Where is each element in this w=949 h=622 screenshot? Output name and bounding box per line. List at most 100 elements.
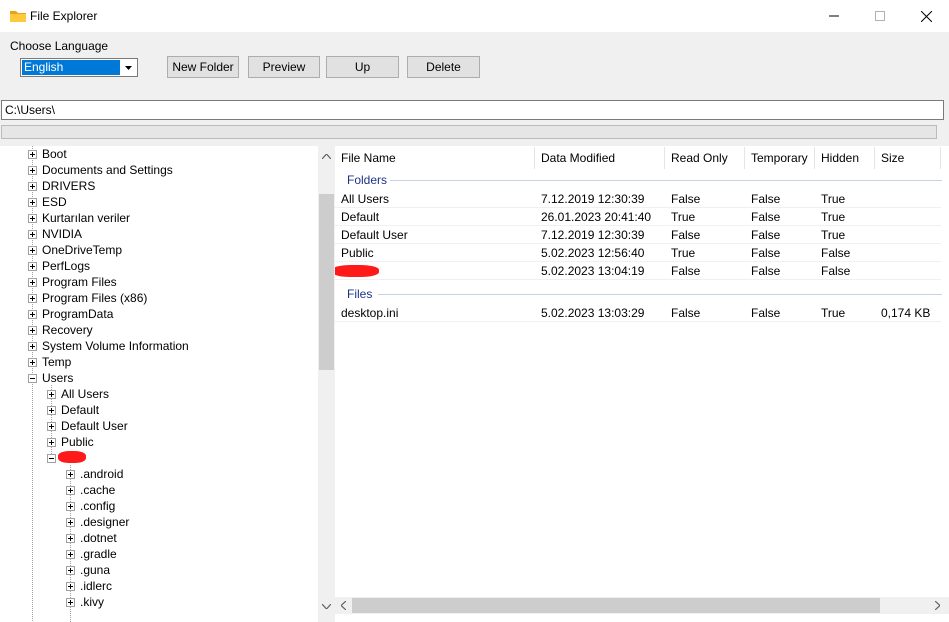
- tree-item[interactable]: .idlerc: [66, 578, 112, 594]
- dropdown-arrow-icon[interactable]: [120, 59, 137, 76]
- expand-icon[interactable]: [28, 245, 37, 255]
- table-row[interactable]: Public 5.02.2023 12:56:40 True False Fal…: [335, 245, 941, 262]
- tree-item[interactable]: All Users: [47, 386, 109, 402]
- close-button[interactable]: [903, 0, 949, 32]
- expand-icon[interactable]: [28, 181, 37, 191]
- expand-icon[interactable]: [28, 277, 37, 287]
- scroll-up-icon[interactable]: [318, 148, 335, 165]
- tree-item[interactable]: ESD: [28, 194, 67, 210]
- tree-item-users[interactable]: Users: [28, 370, 73, 386]
- list-horizontal-scrollbar[interactable]: [335, 597, 949, 614]
- scroll-down-icon[interactable]: [318, 598, 335, 615]
- expand-icon[interactable]: [47, 389, 56, 399]
- expand-icon[interactable]: [66, 533, 75, 543]
- group-divider: [390, 180, 942, 181]
- table-row[interactable]: 5.02.2023 13:04:19 False False False: [335, 263, 941, 280]
- expand-icon[interactable]: [28, 261, 37, 271]
- scrollbar-thumb[interactable]: [319, 194, 334, 370]
- tree-item[interactable]: .config: [66, 498, 115, 514]
- expand-icon[interactable]: [66, 501, 75, 511]
- window-title: File Explorer: [30, 9, 98, 23]
- expand-icon[interactable]: [66, 581, 75, 591]
- tree-item[interactable]: .gradle: [66, 546, 117, 562]
- expand-icon[interactable]: [28, 165, 37, 175]
- column-header-file-name[interactable]: File Name: [335, 147, 535, 169]
- expand-icon[interactable]: [47, 405, 56, 415]
- scroll-left-icon[interactable]: [335, 597, 352, 614]
- tree-item[interactable]: OneDriveTemp: [28, 242, 122, 258]
- tree-item[interactable]: Default User: [47, 418, 128, 434]
- close-icon: [920, 10, 932, 22]
- tree-item[interactable]: Documents and Settings: [28, 162, 173, 178]
- collapse-icon[interactable]: [47, 453, 56, 463]
- up-button[interactable]: Up: [326, 56, 399, 78]
- group-header-files: Files: [347, 287, 373, 301]
- tree-item[interactable]: .dotnet: [66, 530, 117, 546]
- expand-icon[interactable]: [28, 213, 37, 223]
- minimize-icon: [829, 15, 839, 17]
- delete-button[interactable]: Delete: [407, 56, 480, 78]
- table-row[interactable]: Default 26.01.2023 20:41:40 True False T…: [335, 209, 941, 226]
- tree-item[interactable]: Temp: [28, 354, 71, 370]
- expand-icon[interactable]: [28, 149, 37, 159]
- tree-item[interactable]: DRIVERS: [28, 178, 95, 194]
- tree-item[interactable]: NVIDIA: [28, 226, 82, 242]
- tree-item[interactable]: Default: [47, 402, 99, 418]
- path-input[interactable]: C:\Users\: [1, 100, 944, 120]
- tree-item[interactable]: Program Files: [28, 274, 117, 290]
- tree-item[interactable]: Public: [47, 434, 94, 450]
- expand-icon[interactable]: [28, 357, 37, 367]
- column-header-hidden[interactable]: Hidden: [815, 147, 875, 169]
- tree-item[interactable]: ProgramData: [28, 306, 113, 322]
- maximize-button[interactable]: [857, 0, 903, 32]
- column-header-read-only[interactable]: Read Only: [665, 147, 745, 169]
- tree-item[interactable]: .cache: [66, 482, 115, 498]
- maximize-icon: [875, 11, 885, 21]
- column-header-size[interactable]: Size: [875, 147, 941, 169]
- expand-icon[interactable]: [66, 565, 75, 575]
- tree-item[interactable]: .designer: [66, 514, 129, 530]
- collapse-icon[interactable]: [28, 373, 37, 383]
- tree-item[interactable]: Recovery: [28, 322, 93, 338]
- table-row[interactable]: Default User 7.12.2019 12:30:39 False Fa…: [335, 227, 941, 244]
- tree-item[interactable]: .android: [66, 466, 123, 482]
- tree-item[interactable]: System Volume Information: [28, 338, 189, 354]
- expand-icon[interactable]: [28, 197, 37, 207]
- expand-icon[interactable]: [28, 293, 37, 303]
- new-folder-button[interactable]: New Folder: [167, 56, 239, 78]
- expand-icon[interactable]: [28, 325, 37, 335]
- expand-icon[interactable]: [28, 309, 37, 319]
- expand-icon[interactable]: [66, 597, 75, 607]
- tree-item[interactable]: .guna: [66, 562, 110, 578]
- language-select[interactable]: English: [20, 58, 138, 77]
- file-list[interactable]: File Name Data Modified Read Only Tempor…: [335, 146, 949, 622]
- expand-icon[interactable]: [66, 485, 75, 495]
- folder-tree[interactable]: Boot Documents and Settings DRIVERS ESD …: [0, 146, 334, 622]
- expand-icon[interactable]: [66, 469, 75, 479]
- tree-vertical-scrollbar[interactable]: [318, 146, 335, 622]
- table-row[interactable]: desktop.ini 5.02.2023 13:03:29 False Fal…: [335, 305, 941, 322]
- column-header-temporary[interactable]: Temporary: [745, 147, 815, 169]
- expand-icon[interactable]: [66, 549, 75, 559]
- expand-icon[interactable]: [47, 437, 56, 447]
- expand-icon[interactable]: [28, 229, 37, 239]
- progress-bar: [1, 125, 937, 139]
- scroll-right-icon[interactable]: [929, 597, 946, 614]
- redaction-mark: [335, 265, 379, 277]
- tree-item[interactable]: .kivy: [66, 594, 104, 610]
- scrollbar-thumb[interactable]: [352, 598, 880, 613]
- minimize-button[interactable]: [811, 0, 857, 32]
- expand-icon[interactable]: [66, 517, 75, 527]
- expand-icon[interactable]: [47, 421, 56, 431]
- expand-icon[interactable]: [28, 341, 37, 351]
- tree-item[interactable]: Kurtarılan veriler: [28, 210, 130, 226]
- column-header-date-modified[interactable]: Data Modified: [535, 147, 665, 169]
- preview-button[interactable]: Preview: [248, 56, 320, 78]
- table-row[interactable]: All Users 7.12.2019 12:30:39 False False…: [335, 191, 941, 208]
- language-selected-value: English: [22, 60, 120, 75]
- tree-item[interactable]: PerfLogs: [28, 258, 90, 274]
- tree-item[interactable]: Boot: [28, 146, 67, 162]
- tree-item[interactable]: Program Files (x86): [28, 290, 147, 306]
- language-label: Choose Language: [10, 39, 109, 53]
- list-header: File Name Data Modified Read Only Tempor…: [335, 147, 941, 169]
